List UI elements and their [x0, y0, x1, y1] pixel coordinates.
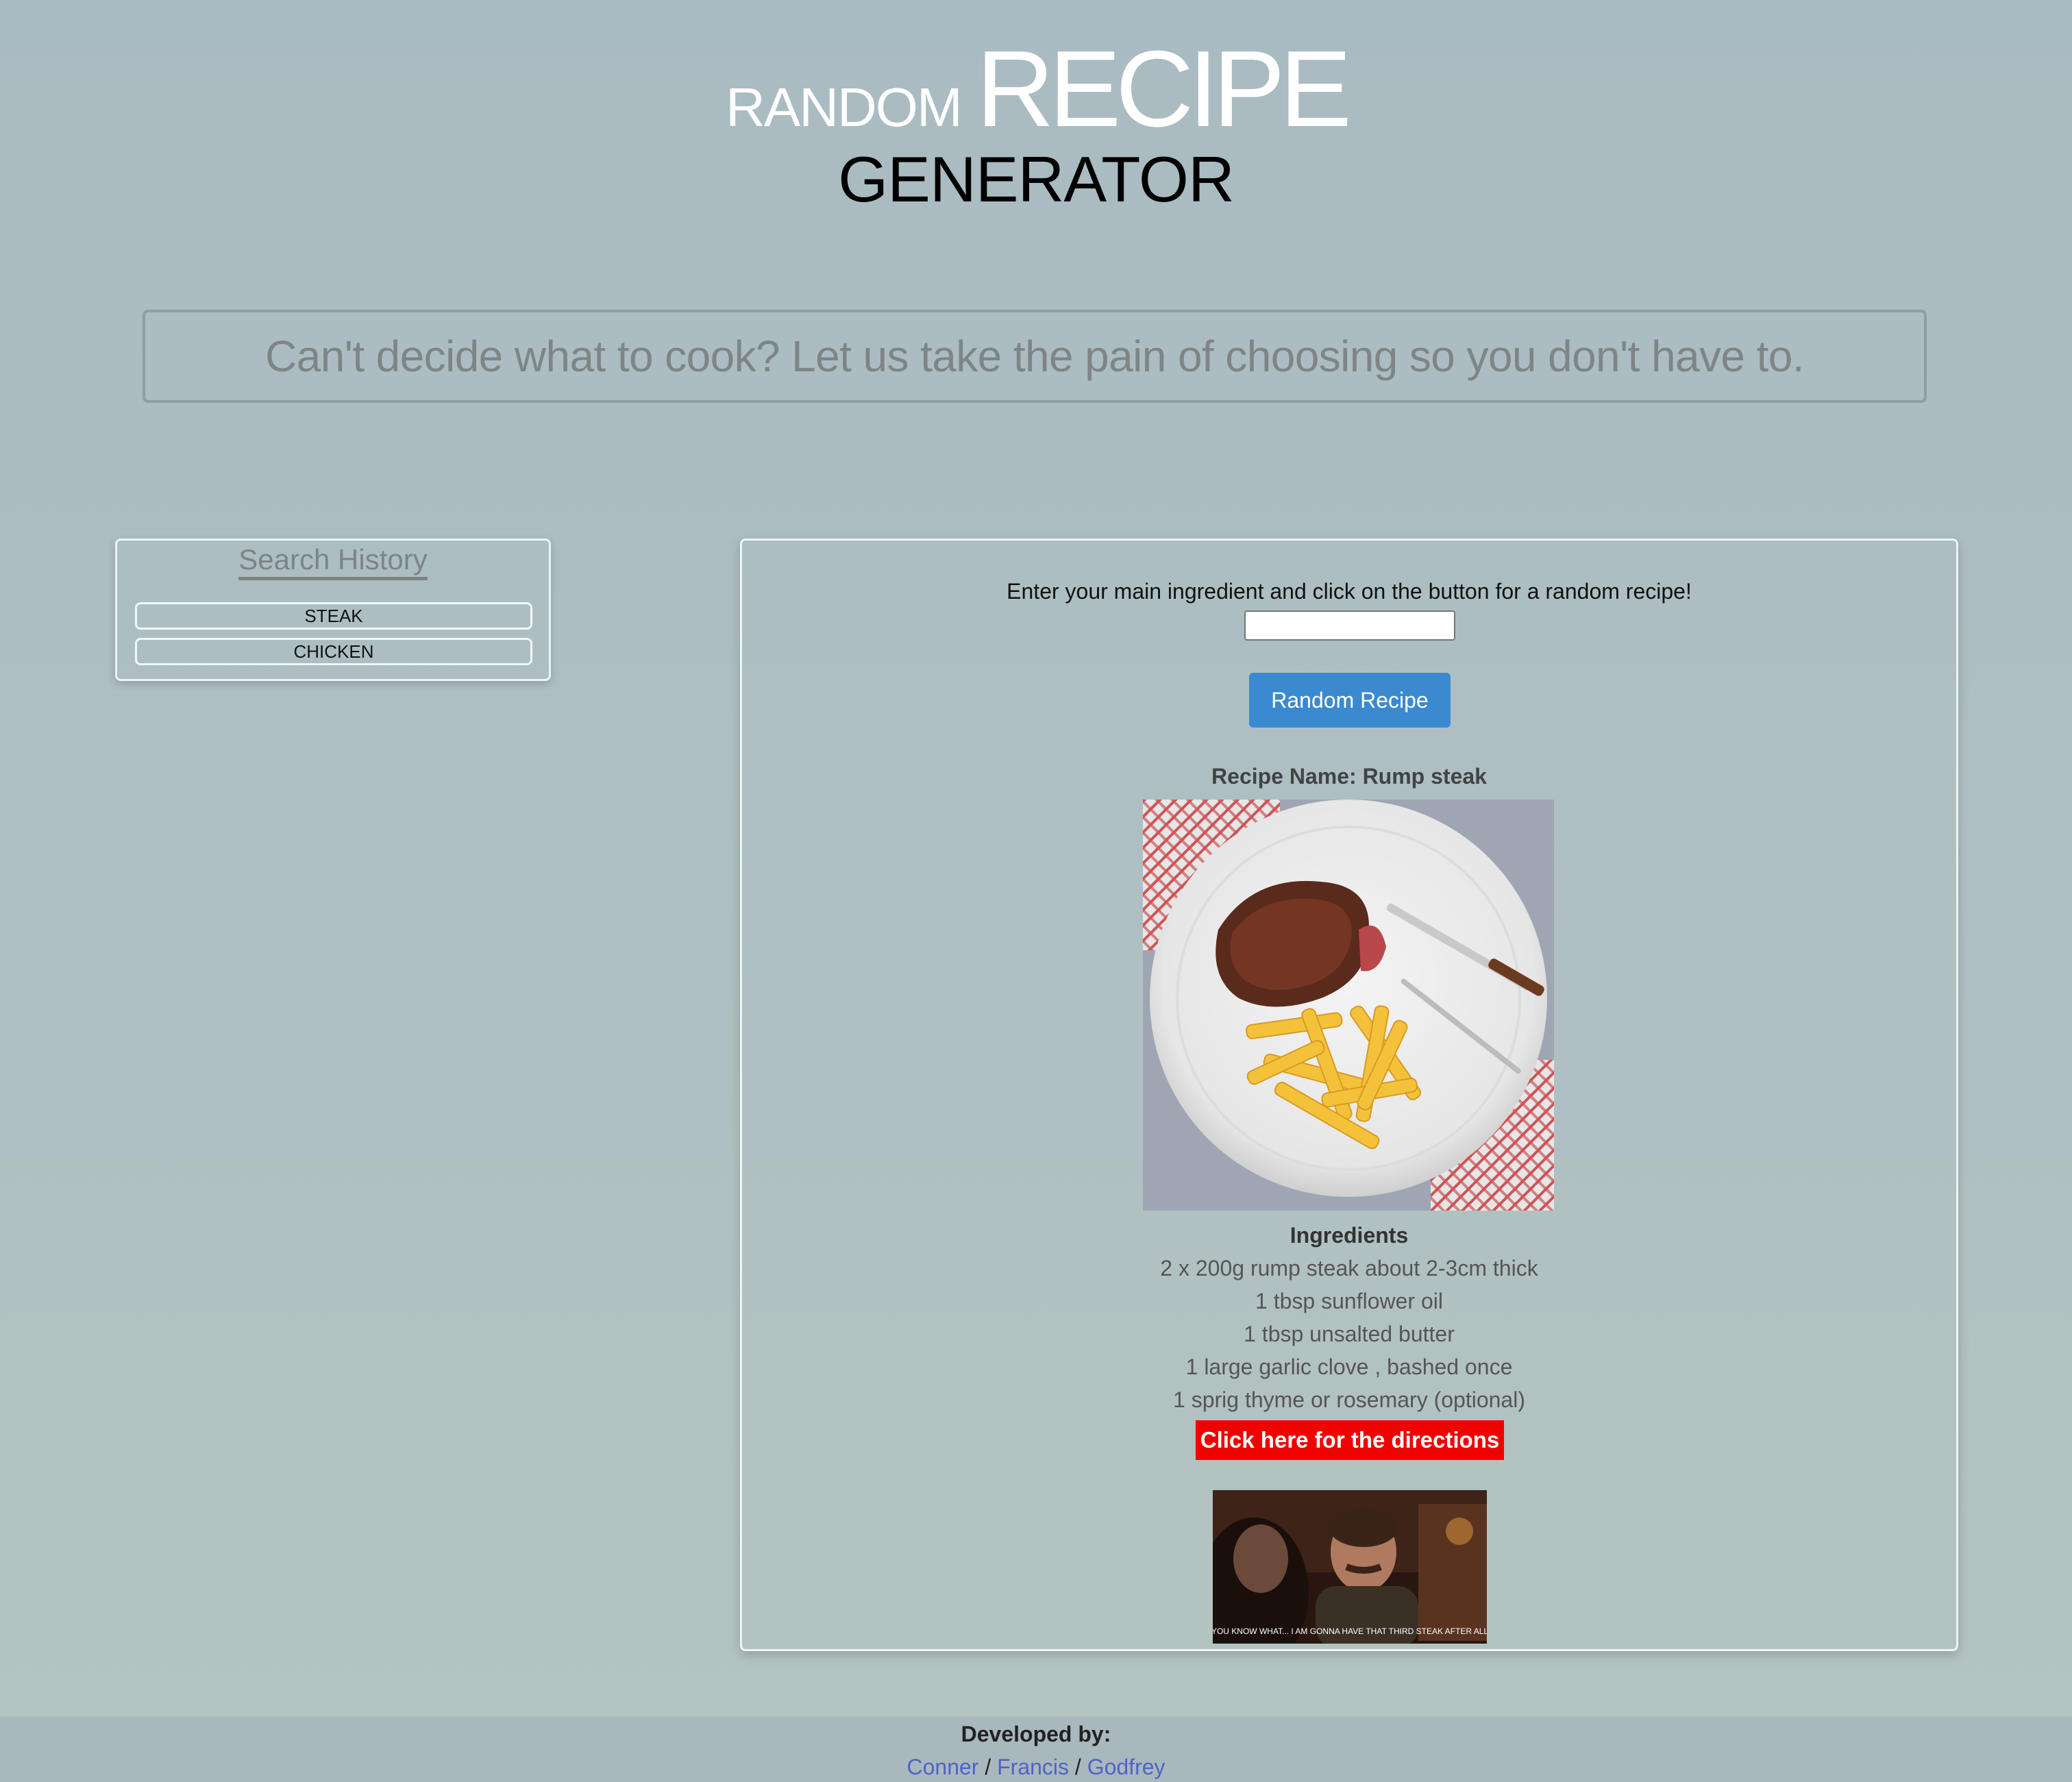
- recipe-card: Enter your main ingredient and click on …: [740, 539, 1958, 1651]
- ingredients-heading: Ingredients: [1290, 1223, 1409, 1248]
- ingredient-item: 2 x 200g rump steak about 2-3cm thick: [1160, 1256, 1538, 1280]
- ingredient-item: 1 large garlic clove , bashed once: [1185, 1354, 1513, 1379]
- history-item-button[interactable]: CHICKEN: [135, 638, 532, 665]
- footer: Developed by: Conner / Francis / Godfrey: [0, 1716, 2072, 1782]
- recipe-name: Recipe Name: Rump steak: [1211, 764, 1487, 789]
- tagline: Can't decide what to cook? Let us take t…: [265, 332, 1804, 381]
- recipe-image: [1143, 800, 1554, 1211]
- title-recipe: RECIPE: [976, 29, 1352, 149]
- developer-links: Conner / Francis / Godfrey: [0, 1755, 2072, 1780]
- ingredient-item: 1 tbsp unsalted butter: [1244, 1322, 1455, 1346]
- developer-link-conner[interactable]: Conner: [907, 1755, 978, 1779]
- search-history-title: Search History: [117, 543, 549, 580]
- steak-gif: YOU KNOW WHAT... I AM GONNA HAVE THAT TH…: [1213, 1490, 1487, 1644]
- ingredient-input[interactable]: [1244, 610, 1455, 641]
- history-item-button[interactable]: STEAK: [135, 602, 532, 630]
- app-title: RANDOM RECIPE: [0, 27, 2072, 149]
- instructions-text: Enter your main ingredient and click on …: [1007, 579, 1692, 604]
- search-history-card: Search History STEAK CHICKEN: [115, 539, 551, 681]
- ingredient-item: 1 sprig thyme or rosemary (optional): [1173, 1387, 1525, 1412]
- directions-link[interactable]: Click here for the directions: [1196, 1420, 1504, 1460]
- footer-heading: Developed by:: [961, 1722, 1111, 1746]
- tagline-box: Can't decide what to cook? Let us take t…: [143, 310, 1927, 403]
- separator: /: [985, 1755, 991, 1779]
- separator: /: [1074, 1755, 1081, 1779]
- gif-caption: YOU KNOW WHAT... I AM GONNA HAVE THAT TH…: [1213, 1626, 1487, 1636]
- developer-link-francis[interactable]: Francis: [997, 1755, 1069, 1779]
- developer-link-godfrey[interactable]: Godfrey: [1087, 1755, 1166, 1779]
- title-generator: GENERATOR: [838, 143, 1235, 215]
- ingredient-item: 1 tbsp sunflower oil: [1255, 1289, 1443, 1313]
- random-recipe-button[interactable]: Random Recipe: [1249, 673, 1451, 728]
- title-random: RANDOM: [726, 77, 963, 138]
